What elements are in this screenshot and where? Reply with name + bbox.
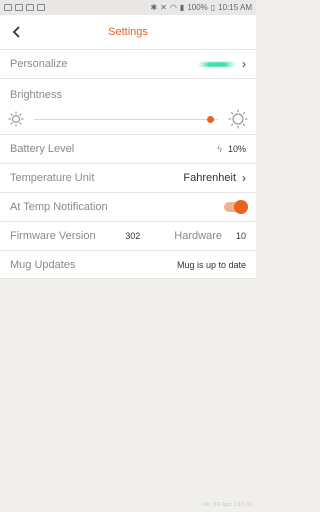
- battery-level-value: 10%: [227, 144, 246, 154]
- battery-level-label: Battery Level: [10, 143, 75, 155]
- mug-updates-status: Mug is up to date: [176, 259, 246, 270]
- temperature-unit-label: Temperature Unit: [10, 172, 95, 184]
- brightness-label: Brightness: [0, 78, 256, 104]
- firmware-row: Firmware Version 302 Hardware 10: [0, 221, 256, 250]
- page-title: Settings: [108, 26, 148, 38]
- toggle-knob: [234, 200, 248, 214]
- chevron-right-icon: ›: [242, 57, 246, 71]
- brightness-high-icon: [228, 109, 248, 129]
- at-temp-notification-toggle[interactable]: [224, 200, 248, 214]
- chevron-right-icon: ›: [242, 171, 246, 185]
- chevron-left-icon: [12, 26, 20, 38]
- back-button[interactable]: [8, 23, 26, 41]
- mug-updates-row: Mug Updates Mug is up to date: [0, 250, 256, 279]
- personalize-color-swatch: [198, 61, 236, 67]
- clock: 10:15 AM: [218, 3, 252, 12]
- hardware-value: 10: [235, 231, 246, 241]
- battery-icon: ▯: [210, 3, 216, 12]
- status-icons-left: [4, 4, 45, 11]
- download-icon: [37, 4, 45, 11]
- bluetooth-icon: ✱: [150, 3, 158, 12]
- firmware-version-label: Firmware Version: [10, 230, 96, 242]
- gallery-icon: [4, 4, 12, 11]
- brightness-low-icon: [8, 111, 24, 127]
- app-header: Settings: [0, 15, 256, 49]
- status-icons-right: ✱ ✕ ◠ ▮ 100% ▯ 10:15 AM: [151, 3, 252, 12]
- settings-list: Personalize › Brightness Battery Level ϟ…: [0, 49, 256, 279]
- brightness-slider-row: [0, 104, 256, 134]
- wifi-icon: ◠: [169, 3, 177, 12]
- notification-icon: [26, 4, 34, 11]
- firmware-version-value: 302: [125, 231, 141, 241]
- mug-updates-label: Mug Updates: [10, 258, 76, 271]
- hardware-label: Hardware: [174, 230, 222, 242]
- mute-icon: ✕: [160, 3, 167, 12]
- battery-percent: 100%: [187, 3, 208, 12]
- version-footer: FW: 302 App: 1.0.0 (3): [201, 502, 252, 508]
- temperature-unit-value: Fahrenheit: [183, 172, 236, 184]
- personalize-row[interactable]: Personalize ›: [0, 49, 256, 78]
- temperature-unit-row[interactable]: Temperature Unit Fahrenheit ›: [0, 163, 256, 192]
- mail-icon: [15, 4, 23, 11]
- status-bar: ✱ ✕ ◠ ▮ 100% ▯ 10:15 AM: [0, 0, 256, 15]
- signal-icon: ▮: [179, 3, 185, 12]
- lightning-icon: ϟ: [217, 144, 222, 154]
- at-temp-notification-row: At Temp Notification: [0, 192, 256, 221]
- brightness-slider-knob[interactable]: [207, 115, 215, 123]
- battery-level-row: Battery Level ϟ 10%: [0, 134, 256, 163]
- brightness-slider[interactable]: [34, 115, 218, 123]
- personalize-label: Personalize: [10, 58, 68, 70]
- at-temp-notification-label: At Temp Notification: [10, 201, 108, 213]
